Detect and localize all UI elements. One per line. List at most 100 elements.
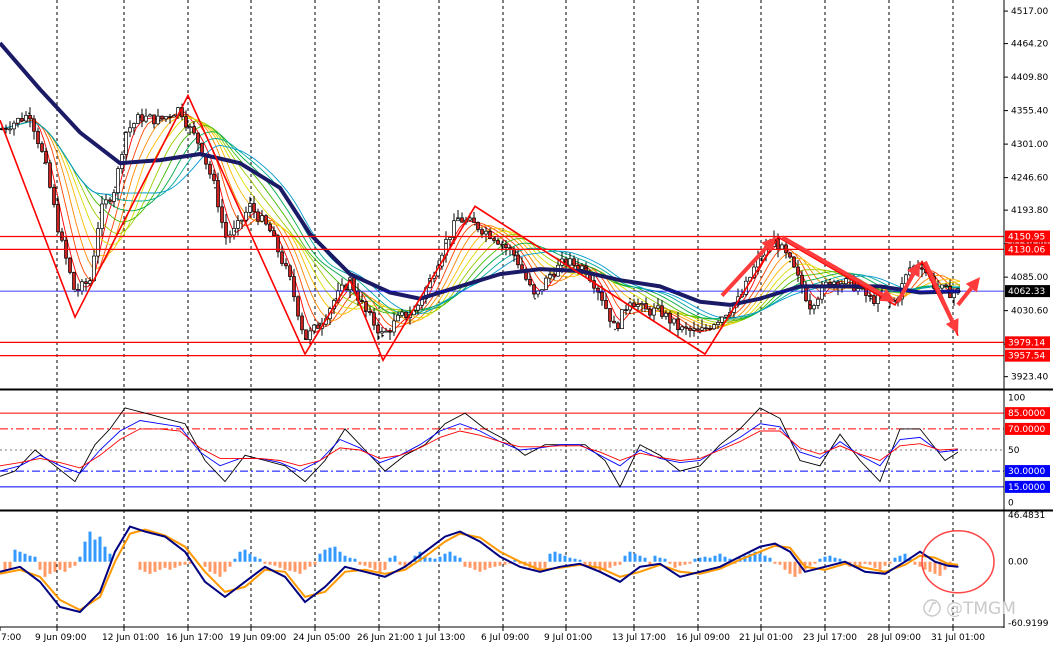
price-point [74, 290, 76, 293]
price-point [514, 254, 516, 257]
candle-body [216, 180, 220, 208]
candle-body [676, 318, 680, 331]
macd-histogram-bar [813, 561, 817, 564]
candle-body [692, 328, 696, 331]
candle-body [716, 322, 720, 325]
macd-point [324, 586, 326, 588]
candle-body [580, 265, 584, 270]
candle-body [152, 114, 156, 125]
price-point [959, 290, 961, 293]
macd-histogram-bar [918, 561, 922, 567]
candle-body [632, 302, 636, 307]
macd-histogram-bar [793, 561, 797, 577]
macd-panel [0, 525, 995, 614]
level-tag-label: 4150.95 [1008, 233, 1045, 243]
macd-histogram-bar [48, 561, 52, 574]
macd-histogram-bar [703, 556, 707, 562]
price-panel [0, 41, 1004, 363]
macd-histogram-bar [153, 561, 157, 572]
candle-body [644, 303, 648, 310]
macd-histogram-bar [63, 561, 67, 572]
candle-body [260, 215, 264, 222]
price-point [599, 291, 601, 294]
macd-point [99, 591, 101, 593]
price-point [739, 297, 741, 300]
candle-body [940, 284, 944, 289]
price-y-tick-label: 4409.80 [1011, 73, 1048, 83]
macd-histogram-bar [778, 561, 782, 565]
candle-body [132, 123, 136, 129]
macd-histogram-bar [363, 561, 367, 566]
macd-histogram-bar [763, 555, 767, 562]
candle-body [248, 203, 252, 213]
macd-histogram-bar [483, 561, 487, 570]
candle-body [224, 221, 228, 238]
macd-histogram-bar [823, 556, 827, 562]
macd-histogram-bar [373, 561, 377, 570]
macd-point [804, 571, 806, 573]
price-y-tick-label: 4517.00 [1011, 7, 1048, 17]
macd-point [114, 550, 116, 553]
chart-canvas: 7:00 9 Jun 09:00 12 Jun 01:00 16 Jun 17:00 1… [0, 0, 1053, 643]
macd-histogram-bar [238, 551, 242, 562]
price-point [382, 334, 384, 337]
candle-body [164, 116, 168, 120]
macd-histogram-bar [298, 561, 302, 574]
macd-histogram-bar [23, 553, 27, 562]
candle-body [712, 324, 716, 330]
candle-body [620, 309, 624, 330]
candle-body [804, 287, 808, 302]
ribbon-ma-line [0, 111, 961, 333]
x-tick-label: 1 Jul 13:00 [417, 633, 466, 643]
candle-body [368, 311, 372, 314]
macd-point [19, 566, 21, 568]
macd-histogram-bar [338, 551, 342, 562]
candle-body [612, 320, 616, 324]
x-tick-label: 24 Jun 05:00 [293, 633, 350, 643]
macd-histogram-bar [103, 546, 107, 562]
price-point [659, 310, 661, 312]
macd-histogram-bar [233, 558, 237, 562]
price-point [99, 211, 101, 214]
price-y-tick-label: 3923.40 [1011, 373, 1048, 383]
macd-histogram-bar [273, 561, 277, 566]
candle-body [660, 305, 664, 317]
macd-histogram-bar [678, 561, 682, 566]
candle-body [184, 116, 188, 128]
macd-histogram-bar [323, 549, 327, 562]
macd-point [444, 535, 446, 538]
macd-point [79, 611, 81, 613]
candle-body [680, 326, 684, 331]
ribbon-ma-line [0, 121, 960, 320]
macd-histogram-bar [433, 558, 437, 562]
candle-body [136, 114, 140, 124]
macd-point [479, 540, 481, 543]
macd-y-tick-label: 0.00 [1008, 558, 1028, 568]
candle-body [32, 118, 36, 132]
candle-body [700, 327, 704, 331]
price-point [234, 230, 236, 232]
candle-body [172, 115, 176, 118]
macd-histogram-bar [268, 561, 272, 565]
price-point [534, 297, 536, 300]
macd-histogram-bar [783, 561, 787, 570]
macd-histogram-bar [353, 558, 357, 562]
macd-point [344, 566, 346, 568]
macd-histogram-bar [288, 561, 292, 571]
ribbon-ma-line [0, 121, 961, 319]
price-point [870, 297, 872, 300]
candle-body [112, 192, 116, 202]
grid-lines [56, 0, 954, 627]
candle-body [816, 298, 820, 306]
price-y-tick-label: 4085.00 [1011, 273, 1048, 283]
macd-y-tick-label: 46.4831 [1008, 511, 1045, 521]
macd-histogram-bar [723, 556, 727, 562]
macd-histogram-bar [883, 561, 887, 566]
macd-histogram-bar [203, 561, 207, 567]
macd-histogram-bar [653, 555, 657, 562]
candle-body [100, 203, 104, 229]
macd-histogram-bar [503, 561, 507, 565]
macd-histogram-bar [718, 553, 722, 562]
macd-histogram-bar [858, 561, 862, 566]
macd-histogram-bar [713, 555, 717, 562]
